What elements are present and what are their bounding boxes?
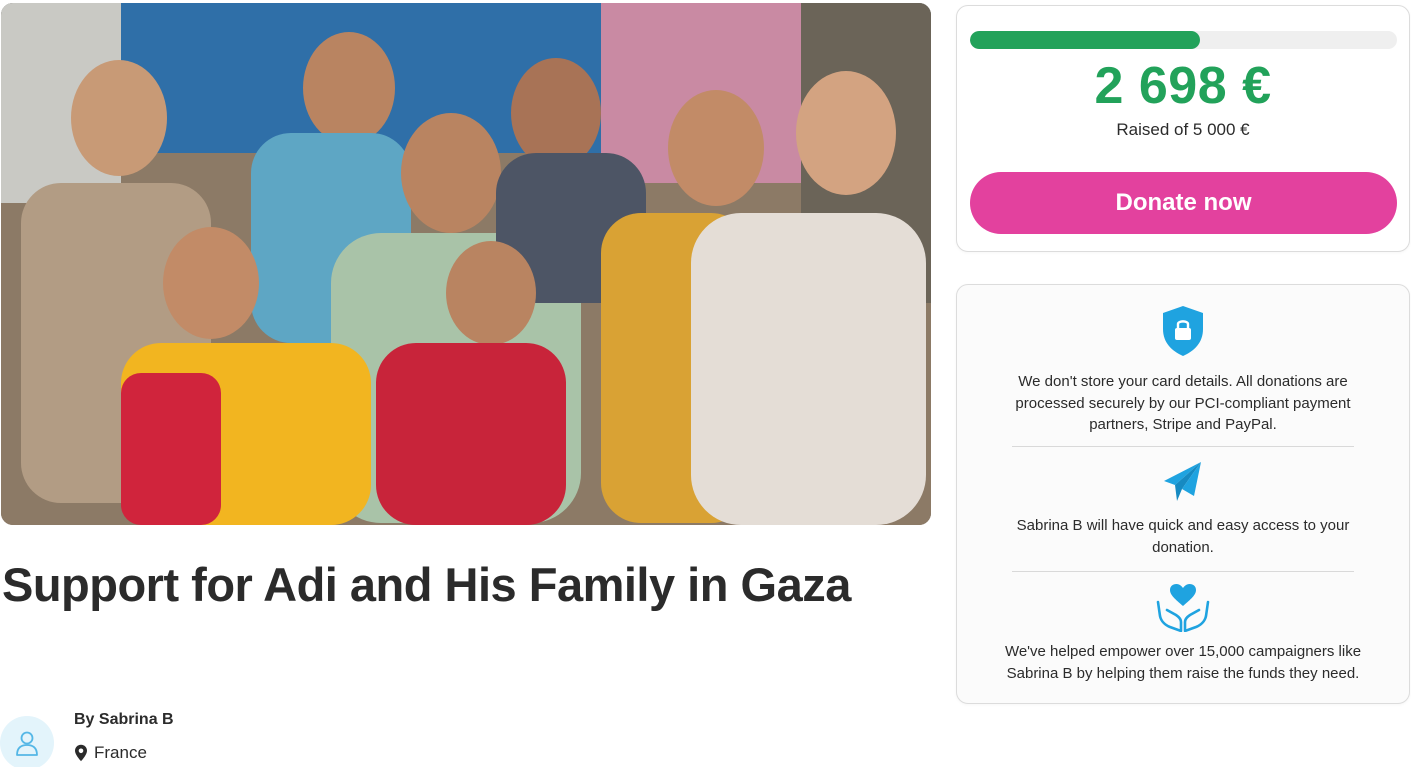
- trust-text-access: Sabrina B will have quick and easy acces…: [1016, 517, 1350, 556]
- heart-hands-icon: [1156, 584, 1210, 632]
- location-label: France: [94, 743, 147, 762]
- campaign-page: Support for Adi and His Family in Gaza B…: [0, 0, 1411, 767]
- trust-item-access: Sabrina B will have quick and easy acces…: [957, 461, 1409, 558]
- organizer-avatar[interactable]: [0, 716, 54, 767]
- donation-card: 2 698 € Raised of 5 000 € Donate now: [956, 5, 1410, 252]
- progress-bar: [970, 31, 1397, 49]
- paper-plane-icon: [1164, 462, 1201, 501]
- trust-card: We don't store your card details. All do…: [956, 284, 1410, 704]
- campaign-photo-illustration: [1, 3, 931, 525]
- progress-bar-fill: [970, 31, 1201, 49]
- amount-raised: 2 698 €: [1094, 57, 1272, 115]
- trust-text-impact: We've helped empower over 15,000 campaig…: [1004, 643, 1362, 682]
- trust-text-security: We don't store your card details. All do…: [1015, 373, 1351, 433]
- donate-now-button[interactable]: Donate now: [970, 172, 1397, 234]
- campaign-title: Support for Adi and His Family in Gaza: [2, 558, 851, 611]
- goal-text: Raised of 5 000 €: [1116, 120, 1250, 139]
- trust-item-security: We don't store your card details. All do…: [957, 305, 1409, 436]
- shield-lock-icon: [1163, 306, 1203, 356]
- location-pin-icon: [75, 744, 87, 762]
- user-icon: [16, 731, 38, 756]
- campaign-photo: [1, 3, 931, 525]
- campaign-location: France: [74, 743, 147, 763]
- trust-item-impact: We've helped empower over 15,000 campaig…: [957, 584, 1409, 684]
- divider: [1012, 446, 1354, 447]
- organizer-name[interactable]: By Sabrina B: [74, 711, 174, 729]
- divider: [1012, 571, 1354, 572]
